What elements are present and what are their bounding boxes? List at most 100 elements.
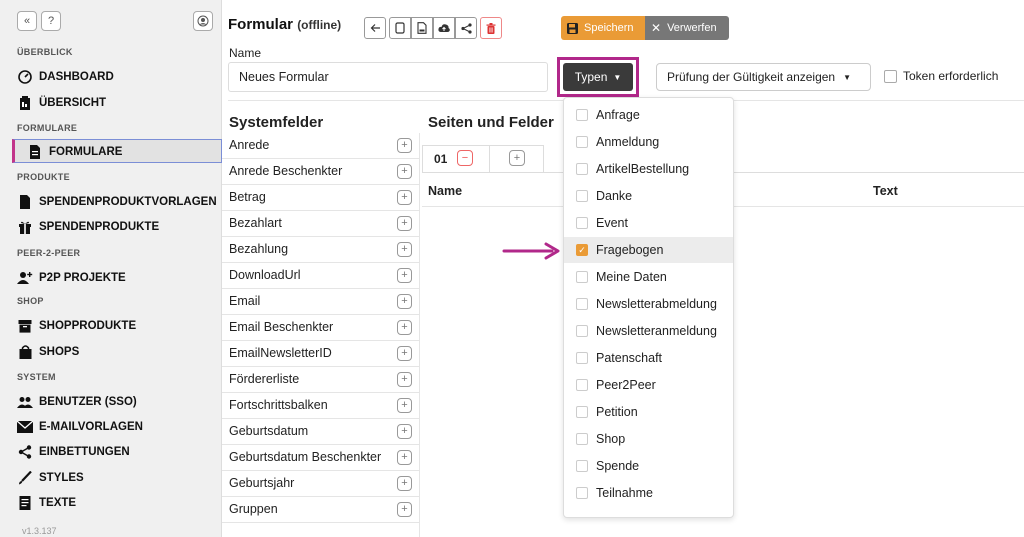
- sidebar-item-donation-products[interactable]: SPENDENPRODUKTE: [17, 217, 159, 237]
- sidebar-item-users[interactable]: BENUTZER (SSO): [17, 392, 137, 412]
- types-dropdown-button[interactable]: Typen ▼: [563, 63, 633, 91]
- collapse-icon[interactable]: «: [17, 11, 37, 31]
- add-field-button[interactable]: +: [397, 242, 412, 257]
- copy-icon[interactable]: [389, 17, 411, 39]
- add-field-button[interactable]: +: [397, 398, 412, 413]
- type-option-danke[interactable]: Danke: [564, 183, 733, 209]
- checkbox[interactable]: [576, 190, 588, 202]
- add-field-button[interactable]: +: [397, 268, 412, 283]
- type-option-fragebogen[interactable]: ✓ Fragebogen: [564, 237, 733, 263]
- checkbox[interactable]: [576, 325, 588, 337]
- sidebar-item-label: SPENDENPRODUKTE: [39, 221, 160, 233]
- sidebar-item-donation-templates[interactable]: SPENDENPRODUKTVORLAGEN: [17, 192, 217, 212]
- type-option-artikelbestellung[interactable]: ArtikelBestellung: [564, 156, 733, 182]
- option-label: Patenschaft: [596, 351, 663, 365]
- type-option-shop[interactable]: Shop: [564, 426, 733, 452]
- type-option-peer2peer[interactable]: Peer2Peer: [564, 372, 733, 398]
- list-item: Bezahlart +: [222, 211, 420, 237]
- type-option-patenschaft[interactable]: Patenschaft: [564, 345, 733, 371]
- sidebar-item-p2p-projects[interactable]: P2P PROJEKTE: [17, 268, 126, 288]
- sidebar-item-overview[interactable]: ÜBERSICHT: [17, 93, 106, 113]
- cloud-upload-icon[interactable]: [433, 17, 455, 39]
- sidebar-item-forms[interactable]: FORMULARE: [27, 142, 122, 162]
- token-checkbox[interactable]: [884, 70, 897, 83]
- type-option-spende[interactable]: Spende: [564, 453, 733, 479]
- type-option-anmeldung[interactable]: Anmeldung: [564, 129, 733, 155]
- trash-icon[interactable]: [480, 17, 502, 39]
- checkbox[interactable]: [576, 298, 588, 310]
- option-label: Anfrage: [596, 108, 640, 122]
- add-field-button[interactable]: +: [397, 320, 412, 335]
- sidebar-item-embeds[interactable]: EINBETTUNGEN: [17, 442, 130, 462]
- envelope-icon: [17, 419, 33, 435]
- checkbox[interactable]: [576, 460, 588, 472]
- list-item: Anrede +: [222, 133, 420, 159]
- types-highlight: Typen ▼: [557, 57, 639, 97]
- user-plus-icon: [17, 270, 33, 286]
- sidebar-item-shops[interactable]: SHOPS: [17, 342, 79, 362]
- add-field-button[interactable]: +: [397, 138, 412, 153]
- annotation-arrow-icon: [502, 242, 560, 260]
- section-shop: SHOP: [17, 296, 44, 306]
- add-field-button[interactable]: +: [397, 424, 412, 439]
- type-option-teilnahme[interactable]: Teilnahme: [564, 480, 733, 506]
- sidebar-item-email-templates[interactable]: E-MAILVORLAGEN: [17, 417, 143, 437]
- sidebar-item-shop-products[interactable]: SHOPPRODUKTE: [17, 316, 136, 336]
- sidebar-item-label: SHOPPRODUKTE: [39, 320, 137, 332]
- add-field-button[interactable]: +: [397, 476, 412, 491]
- system-fields-list: Anrede + Anrede Beschenkter + Betrag + Beza…: [222, 133, 420, 537]
- type-option-petition[interactable]: Petition: [564, 399, 733, 425]
- option-label: Danke: [596, 189, 633, 203]
- checkbox[interactable]: [576, 217, 588, 229]
- sidebar-item-dashboard[interactable]: DASHBOARD: [17, 67, 114, 87]
- remove-page-button[interactable]: −: [457, 150, 473, 166]
- gift-icon: [17, 219, 33, 235]
- type-option-anfrage[interactable]: Anfrage: [564, 102, 733, 128]
- sidebar-item-label: TEXTE: [39, 497, 77, 509]
- sidebar-item-styles[interactable]: STYLES: [17, 468, 84, 488]
- name-input[interactable]: [228, 62, 548, 92]
- save-button[interactable]: Speichern: [561, 16, 645, 40]
- checked-checkbox[interactable]: ✓: [576, 244, 588, 256]
- add-field-button[interactable]: +: [397, 216, 412, 231]
- share-icon[interactable]: [455, 17, 477, 39]
- add-field-button[interactable]: +: [397, 502, 412, 517]
- option-label: Teilnahme: [596, 486, 653, 500]
- add-field-button[interactable]: +: [397, 346, 412, 361]
- add-field-button[interactable]: +: [397, 372, 412, 387]
- add-field-button[interactable]: +: [397, 450, 412, 465]
- checkbox[interactable]: [576, 352, 588, 364]
- add-page-button[interactable]: +: [509, 150, 525, 166]
- save-label: Speichern: [584, 22, 634, 34]
- pages-title: Seiten und Felder: [428, 114, 554, 131]
- checkbox[interactable]: [576, 271, 588, 283]
- back-icon[interactable]: [364, 17, 386, 39]
- checkbox[interactable]: [576, 163, 588, 175]
- validity-select[interactable]: Prüfung der Gültigkeit anzeigen ▼: [656, 63, 871, 91]
- section-products: PRODUKTE: [17, 172, 70, 182]
- list-item: Betrag +: [222, 185, 420, 211]
- type-option-newsletterabmeldung[interactable]: Newsletterabmeldung: [564, 291, 733, 317]
- tab-page-01[interactable]: 01: [434, 152, 447, 166]
- checkbox[interactable]: [576, 406, 588, 418]
- help-icon[interactable]: ?: [41, 11, 61, 31]
- discard-button[interactable]: ✕ Verwerfen: [645, 16, 729, 40]
- checkbox[interactable]: [576, 433, 588, 445]
- checkbox[interactable]: [576, 487, 588, 499]
- version-label: v1.3.137: [22, 526, 57, 536]
- type-option-meine-daten[interactable]: Meine Daten: [564, 264, 733, 290]
- user-icon[interactable]: [193, 11, 213, 31]
- sidebar-item-texts[interactable]: TEXTE: [17, 493, 76, 513]
- sidebar-item-label: STYLES: [39, 472, 84, 484]
- add-field-button[interactable]: +: [397, 294, 412, 309]
- checkbox[interactable]: [576, 136, 588, 148]
- field-label: Email: [229, 294, 261, 308]
- add-field-button[interactable]: +: [397, 164, 412, 179]
- export-icon[interactable]: [411, 17, 433, 39]
- type-option-newsletteranmeldung[interactable]: Newsletteranmeldung: [564, 318, 733, 344]
- caret-down-icon: ▼: [843, 72, 852, 82]
- type-option-event[interactable]: Event: [564, 210, 733, 236]
- add-field-button[interactable]: +: [397, 190, 412, 205]
- checkbox[interactable]: [576, 379, 588, 391]
- checkbox[interactable]: [576, 109, 588, 121]
